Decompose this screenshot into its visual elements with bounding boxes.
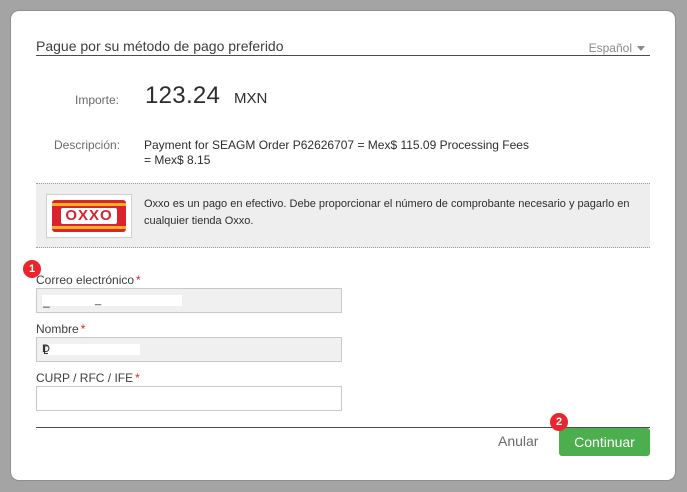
name-required-mark: *: [80, 322, 86, 336]
curp-label: CURP / RFC / IFE *: [36, 371, 140, 385]
continue-button[interactable]: Continuar: [559, 428, 650, 456]
oxxo-logo: OXXO: [46, 194, 132, 238]
description-text: Payment for SEAGM Order P62626707 = Mex$…: [144, 138, 529, 167]
dialog-title: Pague por su método de pago preferido: [36, 38, 284, 54]
oxxo-logo-text-row: OXXO: [52, 208, 126, 224]
name-visible-char: D: [42, 343, 50, 355]
header-divider: [36, 55, 650, 56]
amount-value: 123.24: [145, 82, 221, 109]
email-label-text: Correo electrónico: [36, 273, 135, 287]
oxxo-logo-badge: OXXO: [52, 200, 126, 232]
annotation-badge-2: 2: [550, 413, 568, 431]
cancel-button[interactable]: Anular: [498, 433, 538, 449]
amount-label: Importe:: [75, 93, 120, 107]
name-label-text: Nombre: [36, 322, 79, 336]
oxxo-stripe-top: [52, 203, 126, 206]
payment-dialog: Pague por su método de pago preferido Es…: [11, 11, 675, 480]
language-selector[interactable]: Español: [589, 41, 645, 55]
description-label: Descripción:: [54, 138, 121, 152]
curp-field[interactable]: [36, 386, 342, 411]
oxxo-logo-text: OXXO: [61, 208, 117, 224]
email-visible-char: _: [95, 294, 102, 306]
email-required-mark: *: [136, 273, 141, 287]
name-label: Nombre *: [36, 322, 85, 336]
language-label: Español: [588, 41, 632, 55]
curp-required-mark: *: [135, 371, 140, 385]
oxxo-stripe-bottom: [52, 226, 126, 229]
chevron-down-icon: [637, 46, 645, 51]
amount-currency: MXN: [234, 90, 268, 107]
payment-method-description: Oxxo es un pago en efectivo. Debe propor…: [144, 198, 630, 227]
name-redaction: [48, 344, 140, 355]
email-label: Correo electrónico *: [36, 273, 141, 287]
payment-method-info: OXXO Oxxo es un pago en efectivo. Debe p…: [36, 183, 650, 248]
curp-label-text: CURP / RFC / IFE: [36, 371, 134, 385]
email-redaction: [42, 295, 182, 306]
